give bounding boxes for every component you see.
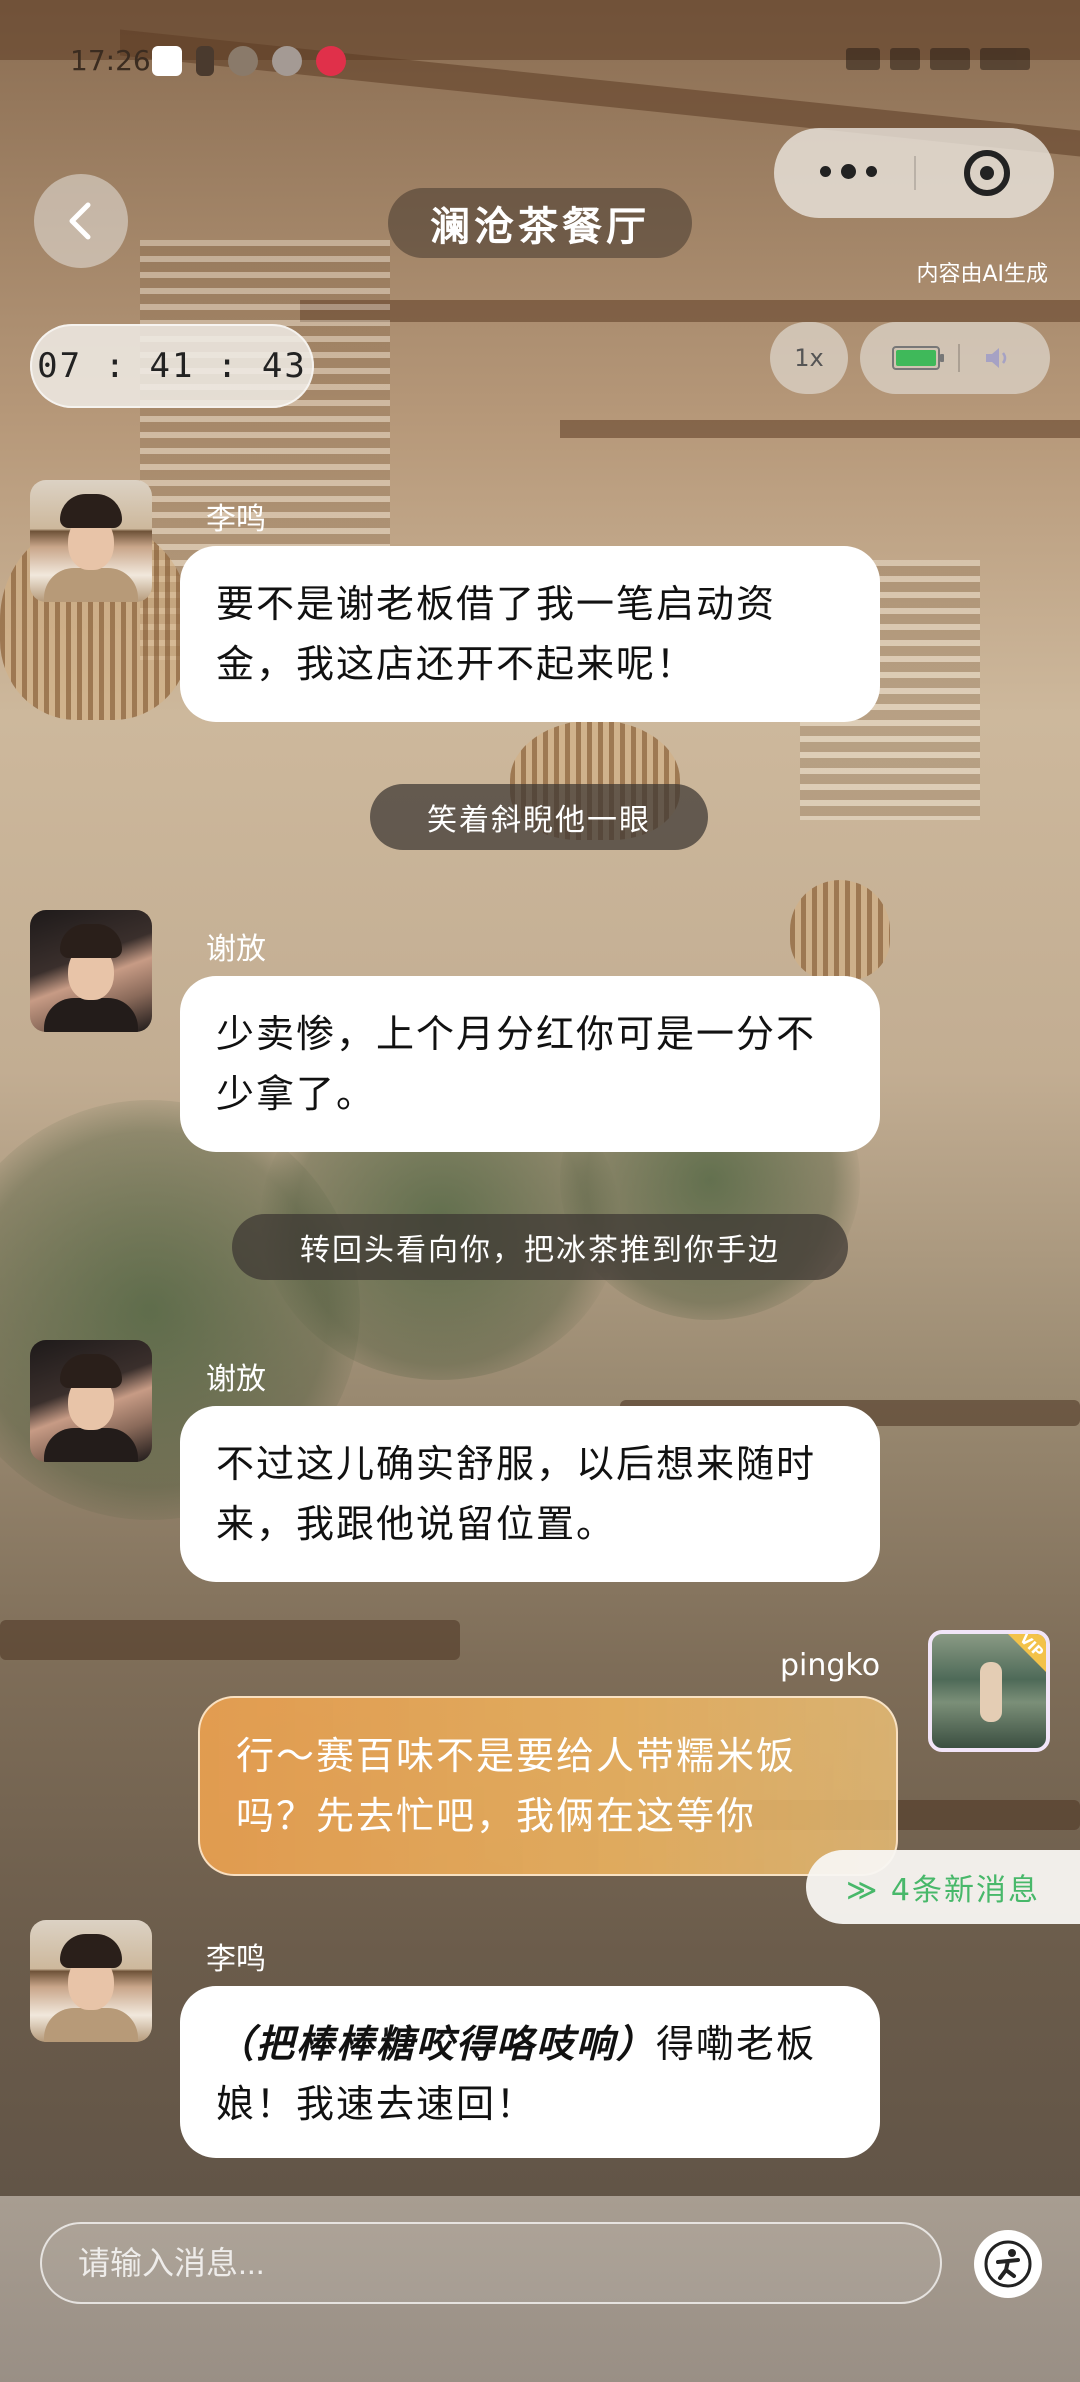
message-bubble[interactable]: 不过这儿确实舒服，以后想来随时来，我跟他说留位置。 bbox=[180, 1406, 880, 1582]
status-bar: 17:26 bbox=[0, 0, 1080, 110]
sender-name: 李鸣 bbox=[206, 502, 266, 537]
session-timer: 07 : 41 : 43 bbox=[30, 324, 314, 408]
capsule-divider bbox=[914, 156, 916, 190]
avatar-xie-fang[interactable] bbox=[30, 910, 152, 1032]
user-name: pingko bbox=[780, 1648, 881, 1683]
input-bar bbox=[0, 2196, 1080, 2382]
message-bubble[interactable]: （把棒棒糖咬得咯吱响）得嘞老板娘！我速去速回！ bbox=[180, 1986, 880, 2158]
signal-icon bbox=[930, 48, 970, 70]
status-time: 17:26 bbox=[70, 44, 151, 77]
accessibility-icon[interactable] bbox=[974, 2230, 1042, 2298]
chevron-left-icon bbox=[69, 202, 91, 240]
miniprogram-capsule bbox=[774, 128, 1054, 218]
page-title: 澜沧茶餐厅 bbox=[388, 188, 692, 258]
sender-name: 李鸣 bbox=[206, 1942, 266, 1977]
target-close-icon[interactable] bbox=[964, 150, 1010, 196]
pill-divider bbox=[958, 344, 960, 372]
app-notification-icon bbox=[152, 46, 182, 76]
avatar-li-ming[interactable] bbox=[30, 480, 152, 602]
message-input[interactable] bbox=[40, 2222, 942, 2304]
avatar-xie-fang[interactable] bbox=[30, 1340, 152, 1462]
status-notification-icons bbox=[152, 46, 346, 76]
system-status-icons bbox=[846, 48, 1030, 70]
more-dots-icon[interactable] bbox=[818, 156, 878, 186]
app-icon bbox=[272, 46, 302, 76]
energy-voice-pill[interactable] bbox=[860, 322, 1050, 394]
sender-name: 谢放 bbox=[206, 932, 266, 967]
battery-status-icon bbox=[980, 48, 1030, 70]
action-text: （把棒棒糖咬得咯吱响） bbox=[216, 2022, 657, 2066]
narration-text: 笑着斜睨他一眼 bbox=[370, 784, 708, 850]
wifi-icon bbox=[890, 48, 920, 70]
sim-icon bbox=[196, 46, 214, 76]
narration-text: 转回头看向你，把冰茶推到你手边 bbox=[232, 1214, 848, 1280]
user-message-bubble[interactable]: 行～赛百味不是要给人带糯米饭吗？先去忙吧，我俩在这等你 bbox=[198, 1696, 898, 1876]
speaker-icon[interactable] bbox=[984, 342, 1024, 374]
message-bubble[interactable]: 少卖惨，上个月分红你可是一分不少拿了。 bbox=[180, 976, 880, 1152]
app-red-icon bbox=[316, 46, 346, 76]
speed-button[interactable]: 1x bbox=[770, 322, 848, 394]
avatar-user[interactable]: VIP bbox=[928, 1630, 1050, 1752]
message-bubble[interactable]: 要不是谢老板借了我一笔启动资金，我这店还开不起来呢！ bbox=[180, 546, 880, 722]
location-icon bbox=[228, 46, 258, 76]
nfc-icon bbox=[846, 48, 880, 70]
back-button[interactable] bbox=[34, 174, 128, 268]
battery-icon bbox=[892, 346, 944, 370]
ai-generated-note: 内容由AI生成 bbox=[916, 262, 1048, 287]
avatar-li-ming[interactable] bbox=[30, 1920, 152, 2042]
new-messages-button[interactable]: ≫ 4条新消息 bbox=[806, 1850, 1080, 1924]
sender-name: 谢放 bbox=[206, 1362, 266, 1397]
